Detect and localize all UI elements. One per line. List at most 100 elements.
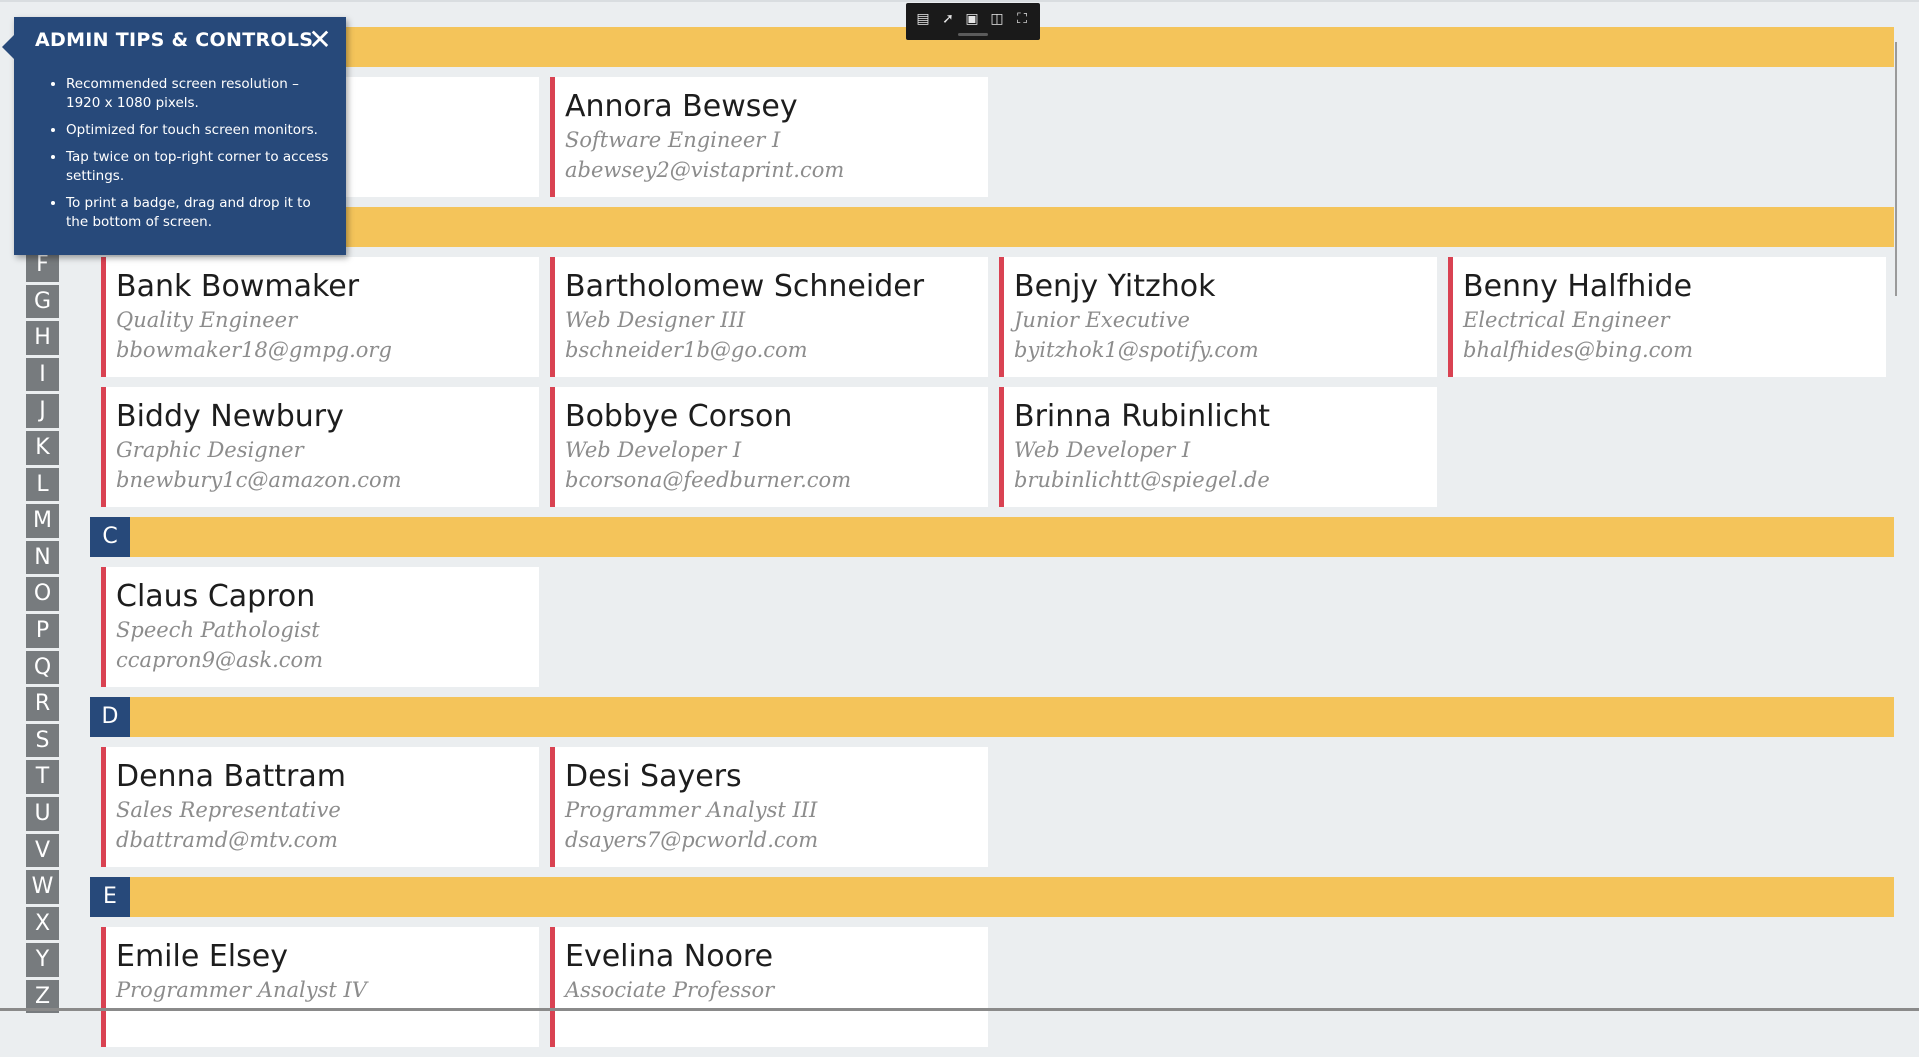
section-c: C Claus Capron Speech Pathologist ccapron9@… [90,517,1894,687]
alphabet-letter[interactable]: Q [26,650,59,685]
badge-cards: Bank Bowmaker Quality Engineer bbowmaker18… [90,257,1894,507]
section-letter: D [90,697,130,737]
badge-cards: Denna Battram Sales Representative dbattra… [90,747,1894,867]
badge-card[interactable]: Denna Battram Sales Representative dbattra… [101,747,539,867]
badge-title: Programmer Analyst III [565,798,818,822]
badge-name: Bartholomew Schneider [565,269,925,304]
alphabet-letter[interactable]: J [26,394,59,428]
alphabet-letter[interactable]: H [26,321,59,355]
floating-toolbar: ▤ ➚ ▣ ◫ ⛶ [906,3,1040,40]
badge-name: Benjy Yitzhok [1014,269,1216,304]
section-letter: C [90,517,130,557]
alphabet-letter[interactable]: X [26,906,59,941]
badge-card[interactable]: Desi Sayers Programmer Analyst III dsayers… [550,747,988,867]
section-header: E [90,877,1894,917]
select-area-icon[interactable]: ⛶ [1013,10,1031,28]
tip-item: Recommended screen resolution – 1920 x 1… [66,75,336,113]
alphabet-letter[interactable]: P [26,613,59,648]
alphabet-letter[interactable]: G [26,284,59,319]
frame-icon[interactable]: ▣ [963,10,981,28]
badge-name: Bank Bowmaker [116,269,360,304]
badge-title: Software Engineer I [565,128,781,152]
toolbar-drag-handle[interactable] [958,33,988,36]
section-header: C [90,517,1894,557]
alphabet-letter[interactable]: V [26,833,59,868]
section-a: AAnnora BewseySoftware Engineer Iabewsey… [90,27,1894,197]
badge-email: bbowmaker18@gmpg.org [116,338,392,362]
badge-card[interactable]: Benjy Yitzhok Junior Executive byitzhok1@s… [999,257,1437,377]
badge-name: Claus Capron [116,579,316,614]
pointer-icon[interactable]: ➚ [939,10,957,28]
badge-title: Graphic Designer [116,438,304,462]
alphabet-letter[interactable]: U [26,796,59,831]
badge-email: ccapron9@ask.com [116,648,324,672]
section-e: E Emile Elsey Programmer Analyst IV Evelina… [90,877,1894,1047]
badge-title: Web Designer III [565,308,746,332]
badge-name: Brinna Rubinlicht [1014,399,1271,434]
badge-title: Web Developer I [565,438,742,462]
badge-name: Desi Sayers [565,759,742,794]
tip-item: Tap twice on top-right corner to access … [66,148,336,186]
badge-card[interactable]: Bank Bowmaker Quality Engineer bbowmaker18… [101,257,539,377]
badge-email: byitzhok1@spotify.com [1014,338,1259,362]
badge-card[interactable]: Evelina Noore Associate Professor [550,927,988,1047]
badge-title: Quality Engineer [116,308,298,332]
alphabet-index: FGHIJKLMNOPQRSTUVWXYZ [26,248,59,1016]
section-b: B Bank Bowmaker Quality Engineer bbowmaker1… [90,207,1894,507]
close-icon[interactable]: ✕ [305,25,335,55]
badge-title: Web Developer I [1014,438,1191,462]
badge-card[interactable]: Claus Capron Speech Pathologist ccapron9@a… [101,567,539,687]
badge-email: bhalfhides@bing.com [1463,338,1693,362]
badge-title: Associate Professor [565,978,775,1002]
badge-email: abewsey2@vistaprint.com [565,158,845,182]
alphabet-letter[interactable]: L [26,467,59,502]
badge-cards: Emile Elsey Programmer Analyst IV Evelina … [90,927,1894,1047]
alphabet-letter[interactable]: K [26,430,59,465]
doc-edit-icon[interactable]: ▤ [914,10,932,28]
badge-title: Junior Executive [1014,308,1190,332]
badge-email: dbattramd@mtv.com [116,828,338,852]
badge-email: bnewbury1c@amazon.com [116,468,402,492]
alphabet-letter[interactable]: Y [26,943,59,977]
popup-arrow [2,35,14,59]
section-d: D Denna Battram Sales Representative dbattr… [90,697,1894,867]
badge-email: dsayers7@pcworld.com [565,828,819,852]
alphabet-letter[interactable]: T [26,760,59,794]
badge-cards: Annora Bewsey Software Engineer I abewsey2… [90,77,1894,197]
badge-card[interactable]: Biddy Newbury Graphic Designer bnewbury1c@… [101,387,539,507]
badge-card[interactable]: Benny Halfhide Electrical Engineer bhalfhi… [1448,257,1886,377]
alphabet-letter[interactable]: W [26,870,59,904]
admin-tips-panel: ADMIN TIPS & CONTROLS ✕ Recommended scre… [2,17,346,255]
section-letter: E [90,877,130,917]
badge-title: Electrical Engineer [1463,308,1670,332]
badge-name: Emile Elsey [116,939,288,974]
badge-card[interactable]: Annora Bewsey Software Engineer I abewsey2… [550,77,988,197]
alphabet-letter[interactable]: S [26,723,59,758]
badge-card[interactable]: Bartholomew Schneider Web Designer III bsc… [550,257,988,377]
alphabet-letter[interactable]: R [26,687,59,721]
badge-card[interactable]: Brinna Rubinlicht Web Developer I brubinli… [999,387,1437,507]
badge-title: Sales Representative [116,798,341,822]
badge-name: Evelina Noore [565,939,774,974]
badge-name: Biddy Newbury [116,399,344,434]
section-header: D [90,697,1894,737]
top-border [0,0,1919,2]
badge-card[interactable]: Bobbye Corson Web Developer I bcorsona@fee… [550,387,988,507]
tip-item: To print a badge, drag and drop it to th… [66,194,336,232]
directory-list: AAnnora BewseySoftware Engineer Iabewsey… [90,27,1894,1057]
badge-email: bcorsona@feedburner.com [565,468,852,492]
split-icon[interactable]: ◫ [988,10,1006,28]
section-header: B [90,207,1894,247]
alphabet-letter[interactable]: N [26,540,59,575]
scrollbar[interactable] [1895,42,1897,296]
badge-name: Annora Bewsey [565,89,798,124]
admin-tips-title: ADMIN TIPS & CONTROLS [35,29,314,51]
badge-card[interactable]: Emile Elsey Programmer Analyst IV [101,927,539,1047]
badge-email: bschneider1b@go.com [565,338,808,362]
badge-name: Denna Battram [116,759,346,794]
alphabet-letter[interactable]: M [26,504,59,538]
badge-cards: Claus Capron Speech Pathologist ccapron9@a… [90,567,1894,687]
alphabet-letter[interactable]: O [26,577,59,611]
alphabet-letter[interactable]: I [26,357,59,392]
badge-name: Benny Halfhide [1463,269,1693,304]
